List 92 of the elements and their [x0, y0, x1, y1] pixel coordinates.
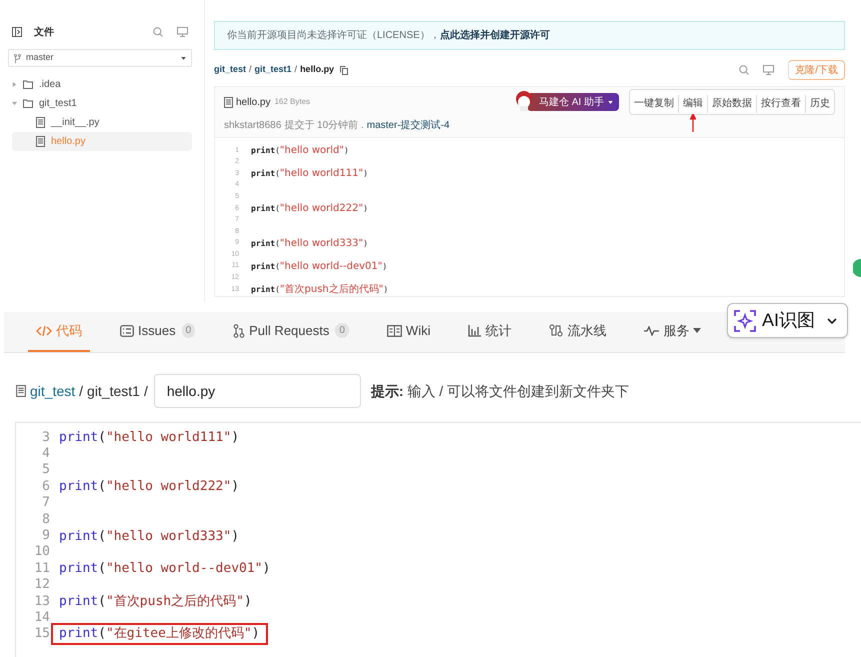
count-badge: 0	[335, 323, 349, 338]
path-separator: /	[79, 382, 84, 400]
search-icon[interactable]	[153, 27, 163, 37]
line-number: 6	[41, 480, 50, 493]
file-icon	[36, 117, 45, 128]
repo-tab[interactable]: Wiki	[378, 311, 438, 352]
sidebar-title: 文件	[34, 26, 54, 40]
tree-label: git_test1	[39, 97, 77, 111]
file-icon	[36, 136, 45, 147]
list-icon	[120, 324, 134, 336]
path-separator: /	[294, 63, 298, 76]
code-line: print("hello world222")	[59, 479, 240, 494]
file-action-button[interactable]: 历史	[805, 94, 834, 112]
path-separator: /	[249, 63, 252, 76]
path-link[interactable]: git_test1	[87, 380, 140, 402]
tree-label: hello.py	[51, 135, 86, 149]
repo-tab[interactable]: Pull Requests 0	[225, 311, 357, 352]
tree-item[interactable]: .idea	[8, 75, 192, 94]
sparkle-icon	[734, 310, 756, 332]
code-line: print("hello world--dev01")	[251, 260, 388, 274]
file-action-button[interactable]: 编辑	[678, 94, 707, 112]
copy-icon[interactable]	[340, 66, 348, 74]
ai-recognize-button[interactable]: AI识图	[727, 303, 848, 338]
current-file[interactable]: hello.py	[300, 63, 334, 77]
license-link[interactable]: 点此选择并创建开源许可	[440, 28, 550, 43]
file-action-button[interactable]: 一键复制	[630, 94, 678, 112]
commit-time: 提交于 10分钟前 .	[284, 118, 364, 133]
file-action-button[interactable]: 按行查看	[756, 94, 805, 112]
line-number: 5	[41, 463, 50, 476]
book-icon	[386, 324, 402, 336]
line-number: 14	[33, 610, 50, 624]
path-separator: /	[144, 382, 148, 400]
tree-item[interactable]: git_test1	[8, 94, 192, 113]
annotation-arrow	[690, 114, 696, 132]
path-link[interactable]: git_test1	[254, 63, 292, 77]
count-badge: 0	[182, 323, 196, 338]
tree-label: .idea	[39, 78, 61, 92]
monitor-icon[interactable]	[763, 65, 774, 75]
line-number: 8	[41, 512, 50, 526]
path-link[interactable]: git_test	[30, 380, 76, 402]
code-icon	[36, 324, 52, 336]
code-line: print("hello world333")	[251, 237, 368, 252]
branch-icon	[14, 54, 21, 62]
code-line: print("hello world111")	[59, 430, 240, 446]
line-number: 13	[33, 594, 50, 608]
tree-item[interactable]: __init__.py	[12, 113, 192, 132]
caret-icon	[693, 328, 702, 333]
file-name: hello.py	[236, 96, 270, 110]
line-number: 7	[41, 496, 50, 510]
branch-name: master	[26, 51, 54, 64]
code-line: print("hello world333")	[59, 528, 240, 544]
commit-author: shkstart8686	[224, 119, 282, 133]
filename-input[interactable]: hello.py	[154, 374, 361, 408]
pipeline-icon	[549, 324, 564, 337]
line-number: 9	[41, 529, 50, 542]
line-number: 11	[33, 562, 50, 575]
repo-tab[interactable]: Issues 0	[112, 311, 204, 352]
code-line: print("首次push之后的代码")	[59, 594, 252, 610]
dropdown-arrow-icon	[181, 56, 186, 60]
hint-text: 提示: 输入 / 可以将文件创建到新文件夹下	[370, 382, 630, 400]
repo-tab[interactable]: 统计	[460, 311, 520, 352]
branch-select[interactable]: master	[8, 49, 192, 67]
code-line: print("在gitee上修改的代码")	[59, 626, 260, 642]
code-line: print("首次push之后的代码")	[251, 282, 388, 296]
notice-text: 你当前开源项目尚未选择许可证（LICENSE），	[227, 28, 440, 43]
repo-tab[interactable]: 流水线	[541, 311, 614, 352]
code-line: print("hello world--dev01")	[59, 561, 270, 576]
branch-icon	[233, 324, 246, 338]
line-number: 10	[33, 545, 50, 558]
path-link[interactable]: git_test	[214, 63, 246, 77]
chevron-down-icon	[827, 318, 837, 324]
monitor-icon[interactable]	[177, 27, 188, 37]
code-line: print("hello world")	[251, 144, 349, 158]
commit-message[interactable]: master-提交测试-4	[366, 118, 450, 133]
file-icon	[16, 385, 26, 397]
pulse-icon	[644, 326, 660, 336]
file-icon	[224, 96, 233, 108]
file-action-button[interactable]: 原始数据	[707, 94, 756, 112]
caret-icon	[608, 100, 613, 104]
ai-assistant-button[interactable]: 马建仓 AI 助手	[526, 93, 619, 111]
file-size: 162 Bytes	[274, 96, 310, 108]
line-number: 4	[41, 447, 50, 460]
line-number: 15	[33, 627, 50, 640]
tree-label: __init__.py	[51, 116, 100, 130]
repo-tab[interactable]: 服务	[636, 311, 710, 352]
code-line: print("hello world111")	[251, 167, 368, 182]
line-number: 3	[41, 430, 50, 444]
bar-chart-icon	[468, 324, 482, 336]
line-number: 12	[33, 578, 50, 592]
code-line: print("hello world222")	[251, 202, 368, 216]
search-icon[interactable]	[739, 65, 750, 75]
panel-icon	[12, 27, 22, 37]
